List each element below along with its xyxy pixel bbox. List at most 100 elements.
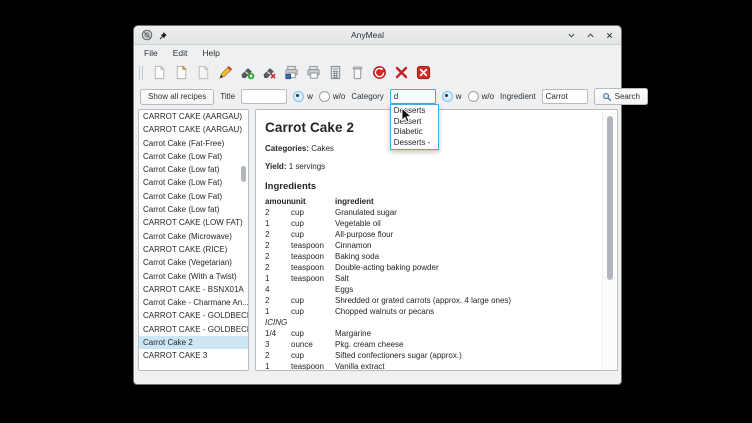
ingredients-header-unit: unit [291, 196, 335, 207]
list-item[interactable]: Carrot Cake 2 [139, 336, 248, 349]
list-item[interactable]: CARROT CAKE (AARGAU) [139, 123, 248, 136]
yield-value: 1 servings [289, 162, 325, 171]
category-with-radio[interactable] [442, 91, 453, 102]
ingredient-input[interactable] [542, 89, 588, 104]
recipe-list-scrollbar[interactable] [241, 111, 247, 369]
ingredient-unit: cup [291, 350, 335, 361]
ingredients-heading: Ingredients [265, 181, 595, 192]
list-item[interactable]: Carrot Cake (Low Fat) [139, 190, 248, 203]
menu-file[interactable]: File [138, 47, 164, 59]
ingredient-name: Shredded or grated carrots (approx. 4 la… [335, 295, 595, 306]
minimize-icon [567, 31, 576, 40]
ingredient-unit: ounce [291, 339, 335, 350]
search-button[interactable]: Search [594, 88, 648, 105]
list-item[interactable]: CARROT CAKE (LOW FAT) [139, 216, 248, 229]
pencil-icon [218, 65, 233, 80]
ingredient-amount: 1 [265, 306, 291, 317]
list-item[interactable]: CARROT CAKE - GOLDBECK [139, 323, 248, 336]
ingredient-name: All-purpose flour [335, 229, 595, 240]
close-button[interactable] [604, 30, 614, 40]
titlebar[interactable]: AnyMeal [134, 26, 621, 45]
dropdown-item[interactable]: Diabetic [391, 127, 438, 138]
list-item[interactable]: Carrot Cake (Low Fat) [139, 176, 248, 189]
toolbar-quit-button[interactable] [414, 63, 433, 83]
toolbar-delete-button[interactable] [392, 63, 411, 83]
ingredient-name: Double-acting baking powder [335, 262, 595, 273]
list-item[interactable]: CARROT CAKE (RICE) [139, 243, 248, 256]
close-icon [605, 31, 614, 40]
dropdown-item[interactable]: Dessert [391, 117, 438, 128]
red-cross-icon [394, 65, 409, 80]
category-suggestions-dropdown: DessertsDessertDiabeticDesserts - [390, 104, 439, 150]
recipe-list-panel: CARROT CAKE (AARGAU)CARROT CAKE (AARGAU)… [138, 109, 249, 371]
add-icon [240, 65, 255, 80]
ingredient-name: Cinnamon [335, 240, 595, 251]
desktop-background: AnyMeal File Edit Help [0, 0, 752, 423]
dropdown-item[interactable]: Desserts - [391, 138, 438, 149]
toolbar-add-recipe-button[interactable] [238, 63, 257, 83]
ingredient-unit: cup [291, 306, 335, 317]
toolbar-import-button[interactable] [172, 63, 191, 83]
recipe-view-scrollbar-thumb[interactable] [607, 116, 613, 280]
toolbar-calculator-button[interactable] [326, 63, 345, 83]
toolbar-abort-button[interactable] [370, 63, 389, 83]
toolbar-remove-recipe-button[interactable] [260, 63, 279, 83]
categories-value: Cakes [311, 144, 334, 153]
list-item[interactable]: CARROT CAKE (AARGAU) [139, 110, 248, 123]
ingredient-amount: 2 [265, 295, 291, 306]
list-item[interactable]: Carrot Cake (With a Twist) [139, 270, 248, 283]
list-item[interactable]: CARROT CAKE - BSNX01A [139, 283, 248, 296]
menu-help[interactable]: Help [196, 47, 225, 59]
toolbar-clear-button[interactable] [348, 63, 367, 83]
category-with-label: w [456, 92, 462, 101]
list-item[interactable]: Carrot Cake (Low Fat) [139, 150, 248, 163]
toolbar-handle[interactable] [139, 66, 143, 80]
title-input[interactable] [241, 89, 287, 104]
ingredient-unit: teaspoon [291, 262, 335, 273]
list-item[interactable]: CARROT CAKE - GOLDBECK [139, 309, 248, 322]
toolbar-print-button[interactable] [282, 63, 301, 83]
quit-icon [416, 65, 431, 80]
search-button-label: Search [615, 92, 640, 101]
ingredient-name: Sifted confectioners sugar (approx.) [335, 350, 595, 361]
maximize-icon [586, 31, 595, 40]
title-with-label: w [307, 92, 313, 101]
toolbar-export-button[interactable] [194, 63, 213, 83]
ingredient-amount: 3 [265, 339, 291, 350]
category-input[interactable] [390, 89, 436, 104]
ingredients-header-amount: amount [265, 196, 291, 207]
ingredient-name: Vanilla extract [335, 361, 595, 371]
list-item[interactable]: Carrot Cake (Low fat) [139, 163, 248, 176]
title-without-radio[interactable] [319, 91, 330, 102]
toolbar-print-preview-button[interactable] [304, 63, 323, 83]
toolbar-edit-recipe-button[interactable] [216, 63, 235, 83]
list-item[interactable]: Carrot Cake (Vegetarian) [139, 256, 248, 269]
ingredients-table: amount unit ingredient 2cupGranulated su… [265, 196, 595, 371]
list-item[interactable]: Carrot Cake (Low fat) [139, 203, 248, 216]
dropdown-item[interactable]: Desserts [391, 106, 438, 117]
recipe-view-scrollbar[interactable] [602, 111, 616, 369]
minimize-button[interactable] [566, 30, 576, 40]
recipe-yield-line: Yield: 1 servings [265, 162, 595, 171]
recipe-list-scrollbar-thumb[interactable] [241, 166, 246, 182]
ingredient-label: Ingredient [500, 92, 536, 101]
maximize-button[interactable] [585, 30, 595, 40]
ingredient-unit [291, 284, 335, 295]
ingredient-amount: 4 [265, 284, 291, 295]
show-all-recipes-button[interactable]: Show all recipes [140, 89, 214, 105]
title-with-radio[interactable] [293, 91, 304, 102]
list-item[interactable]: CARROT CAKE 3 [139, 349, 248, 362]
list-item[interactable]: Carrot Cake - Charmane An... [139, 296, 248, 309]
ingredient-amount: 1 [265, 273, 291, 284]
ingredient-unit: teaspoon [291, 240, 335, 251]
toolbar-new-recipe-button[interactable] [150, 63, 169, 83]
search-bar: Show all recipes Title w w/o Category De… [134, 84, 621, 109]
list-item[interactable]: Carrot Cake (Microwave) [139, 230, 248, 243]
content-area: CARROT CAKE (AARGAU)CARROT CAKE (AARGAU)… [134, 109, 621, 371]
printer-icon [306, 65, 321, 80]
pin-icon[interactable] [158, 30, 169, 41]
list-item[interactable]: Carrot Cake (Fat-Free) [139, 137, 248, 150]
menu-edit[interactable]: Edit [167, 47, 194, 59]
window-title: AnyMeal [169, 30, 566, 40]
category-without-radio[interactable] [468, 91, 479, 102]
